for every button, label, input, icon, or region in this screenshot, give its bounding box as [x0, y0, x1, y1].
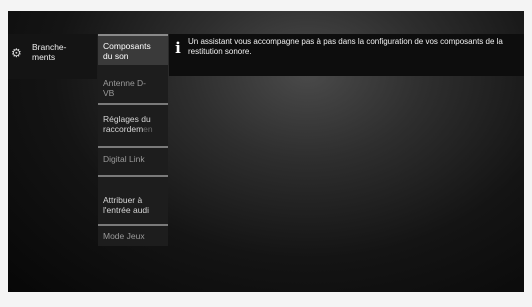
- tv-screen: ⚙ Branche- ments Composants du son Anten…: [8, 11, 524, 292]
- menu-item-line1: Mode Jeux: [103, 231, 145, 241]
- category-label-line1: Branche-: [32, 42, 67, 52]
- gear-icon: ⚙: [11, 46, 22, 60]
- menu-item-line1: Attribuer à: [103, 195, 143, 205]
- info-icon: i: [175, 39, 181, 57]
- menu-item-audio-input-assign[interactable]: Attribuer à l'entrée audi: [98, 177, 168, 223]
- submenu-column: Composants du son Antenne D- VB Réglages…: [98, 34, 168, 246]
- info-description: Un assistant vous accompagne pas à pas d…: [188, 37, 503, 56]
- category-item-connections[interactable]: ⚙ Branche- ments: [8, 34, 97, 79]
- menu-item-sound-components[interactable]: Composants du son: [98, 36, 168, 65]
- menu-item-line1: Digital Link: [103, 154, 145, 164]
- menu-item-line1: Composants: [103, 41, 151, 51]
- menu-item-line2: VB: [103, 88, 115, 98]
- menu-item-line2: du son: [103, 51, 129, 61]
- category-column: ⚙ Branche- ments: [8, 34, 97, 79]
- category-label-line2: ments: [32, 52, 56, 62]
- menu-item-dvb-antenna[interactable]: Antenne D- VB: [98, 66, 168, 102]
- menu-item-line2: l'entrée audi: [103, 205, 150, 215]
- menu-item-connection-settings[interactable]: Réglages du raccordemen: [98, 105, 168, 145]
- menu-item-line1: Réglages du: [103, 114, 151, 124]
- menu-item-line1: Antenne D-: [103, 78, 146, 88]
- menu-item-line2-fade: en: [143, 124, 153, 134]
- screen-frame: ⚙ Branche- ments Composants du son Anten…: [0, 0, 532, 307]
- menu-item-line2: raccordem: [103, 124, 144, 134]
- category-label: Branche- ments: [32, 42, 94, 62]
- menu-item-digital-link[interactable]: Digital Link: [98, 148, 168, 174]
- info-panel: i Un assistant vous accompagne pas à pas…: [169, 34, 524, 76]
- menu-item-game-mode[interactable]: Mode Jeux: [98, 226, 168, 246]
